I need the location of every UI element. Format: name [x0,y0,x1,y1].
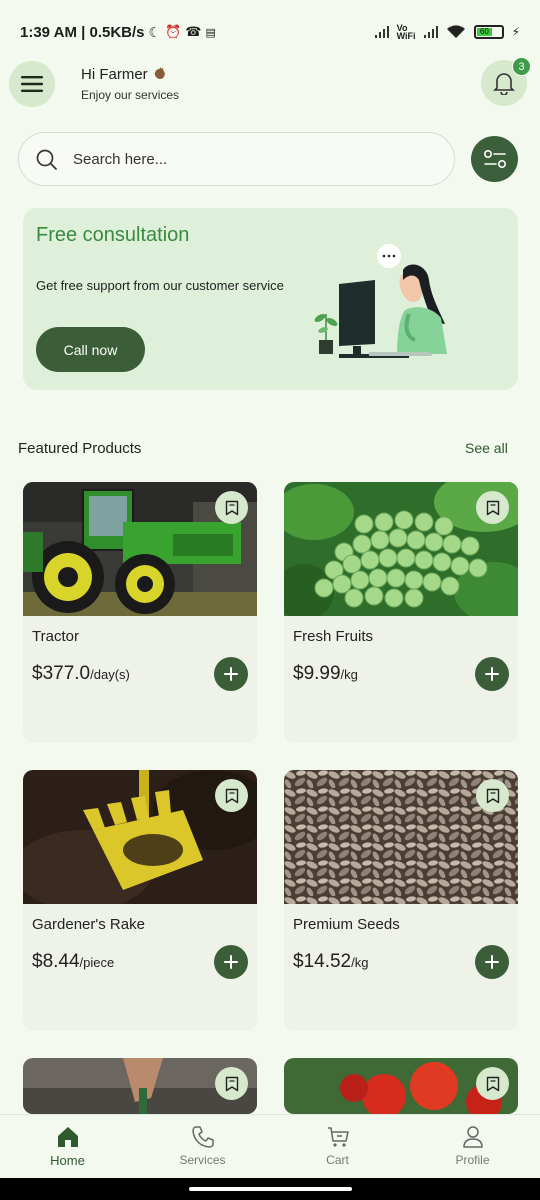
bookmark-icon [225,788,238,803]
search-icon [36,149,57,170]
product-name: Fresh Fruits [293,628,374,645]
charging-icon: ⚡ [511,25,520,39]
add-to-cart-button[interactable] [214,657,248,691]
wave-hand-icon [154,66,165,79]
product-unit: /kg [340,667,358,682]
alarm-icon: ⏰ [165,24,182,39]
product-card-partial-6[interactable] [284,1058,518,1114]
product-unit: /piece [79,955,115,970]
product-price: $8.44 [32,951,80,972]
wifi-icon [446,25,465,38]
profile-icon [462,1126,483,1148]
product-price: $14.52 [293,951,352,972]
greeting-line: Hi Farmer [81,66,179,83]
product-price-line: $377.0/day(s) [32,663,130,685]
plus-icon [485,667,499,681]
plus-icon [224,955,238,969]
product-card-tractor[interactable]: Tractor $377.0/day(s) [23,482,257,743]
hamburger-icon [21,76,43,92]
bookmark-icon [486,788,499,803]
add-to-cart-button[interactable] [475,657,509,691]
product-unit: /day(s) [90,667,130,682]
plus-icon [485,955,499,969]
call-now-button[interactable]: Call now [36,327,145,372]
greeting-subtitle: Enjoy our services [81,88,180,102]
bookmark-button[interactable] [215,491,248,524]
bookmark-button[interactable] [215,1067,248,1100]
bookmark-icon [486,500,499,515]
cart-icon [327,1127,349,1147]
whatsapp-icon: ☎ [185,24,202,39]
search-input[interactable] [73,150,413,168]
nav-home[interactable]: Home [0,1115,135,1179]
product-name: Gardener's Rake [32,916,145,933]
menu-button[interactable] [9,61,55,107]
bookmark-icon [225,500,238,515]
add-to-cart-button[interactable] [214,945,248,979]
notification-badge: 3 [512,57,531,76]
nav-cart-label: Cart [326,1153,349,1167]
greeting-block: Hi Farmer Enjoy our services [81,66,179,102]
bottom-navigation: Home Services Cart Profile [0,1114,540,1178]
vowifi-bottom: WiFi [396,31,416,41]
product-card-premium-seeds[interactable]: Premium Seeds $14.52/kg [284,770,518,1031]
sim-icon: ▤ [205,26,216,39]
filter-icon [483,149,506,169]
status-left: 1:39 AM | 0.5KB/s ☾ ⏰ ☎ ▤ [20,24,216,41]
battery-level: 60 [476,28,493,36]
product-card-gardeners-rake[interactable]: Gardener's Rake $8.44/piece [23,770,257,1031]
nav-home-label: Home [50,1153,85,1168]
add-to-cart-button[interactable] [475,945,509,979]
search-bar[interactable] [18,132,455,186]
gesture-bar [0,1178,540,1200]
product-unit: /kg [351,955,369,970]
nav-services-label: Services [179,1153,226,1167]
status-time: 1:39 AM | 0.5KB/s [20,23,145,41]
product-card-partial-5[interactable] [23,1058,257,1114]
nav-services[interactable]: Services [135,1115,270,1179]
phone-icon [191,1126,214,1148]
consultation-banner: Free consultation Get free support from … [23,208,518,390]
bell-icon [493,73,515,95]
product-name: Premium Seeds [293,916,400,933]
product-price: $9.99 [293,663,341,684]
filter-button[interactable] [471,136,518,182]
product-price: $377.0 [32,663,91,684]
nav-profile-label: Profile [455,1153,490,1167]
product-card-fresh-fruits[interactable]: Fresh Fruits $9.99/kg [284,482,518,743]
greeting-text: Hi Farmer [81,66,148,83]
header: Hi Farmer Enjoy our services [0,58,540,108]
bookmark-button[interactable] [476,491,509,524]
featured-products-title: Featured Products [18,440,142,457]
see-all-link[interactable]: See all [465,440,508,456]
vowifi-label: Vo WiFi [396,24,416,41]
plus-icon [224,667,238,681]
product-price-line: $14.52/kg [293,951,368,973]
signal-2-icon [423,26,438,38]
support-agent-illustration [314,244,447,358]
bookmark-button[interactable] [215,779,248,812]
bookmark-button[interactable] [476,779,509,812]
status-bar: 1:39 AM | 0.5KB/s ☾ ⏰ ☎ ▤ Vo WiFi 60 ⚡ [0,0,540,64]
product-name: Tractor [32,628,79,645]
nav-profile[interactable]: Profile [405,1115,540,1179]
nav-cart[interactable]: Cart [270,1115,405,1179]
moon-icon: ☾ [148,23,162,40]
product-price-line: $8.44/piece [32,951,114,973]
home-icon [57,1127,78,1147]
bookmark-icon [225,1076,238,1091]
bookmark-icon [486,1076,499,1091]
bookmark-button[interactable] [476,1067,509,1100]
gesture-handle[interactable] [189,1187,352,1191]
status-right: Vo WiFi 60 ⚡ [374,24,520,41]
banner-text: Get free support from our customer servi… [36,278,284,293]
banner-title: Free consultation [36,224,190,246]
signal-icon [374,26,389,38]
battery-icon: 60 [473,25,504,39]
product-price-line: $9.99/kg [293,663,358,685]
